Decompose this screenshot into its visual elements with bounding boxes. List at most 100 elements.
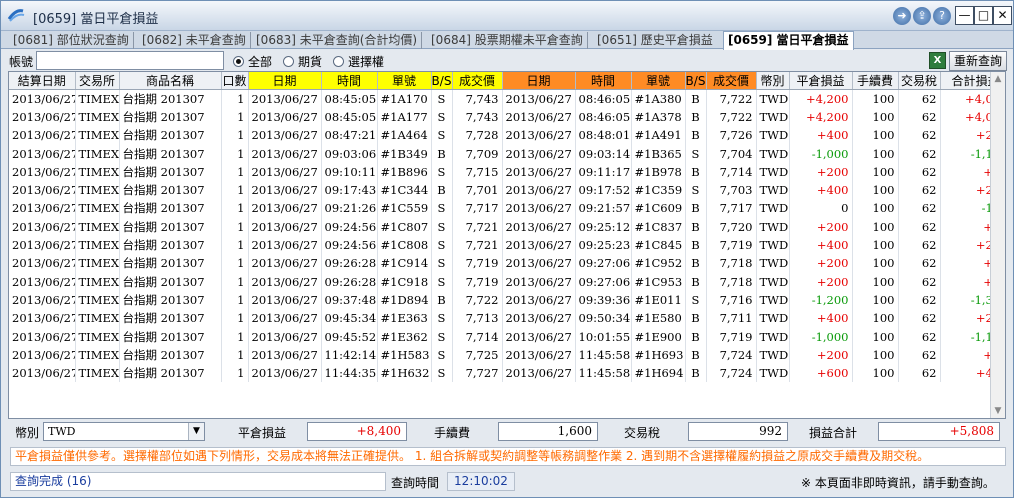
cell-close-price: 7,722 — [706, 107, 757, 127]
header-close-price[interactable]: 成交價 — [706, 72, 757, 90]
table-row[interactable]: 2013/06/27 TIMEX 台指期 201307 1 2013/06/27 09:0… — [9, 144, 1005, 163]
cell-open-time: 09:24:56 — [321, 235, 378, 255]
table-row[interactable]: 2013/06/27 TIMEX 台指期 201307 1 2013/06/27 08:4… — [9, 89, 1005, 108]
cell-qty: 1 — [221, 309, 249, 328]
header-close-bs[interactable]: B/S — [685, 72, 707, 90]
header-exchange[interactable]: 交易所 — [75, 72, 120, 90]
cell-open-date: 2013/06/27 — [248, 107, 322, 127]
cell-open-price: 7,743 — [452, 107, 503, 127]
header-tax[interactable]: 交易稅 — [898, 72, 941, 90]
cell-close-price: 7,714 — [706, 162, 757, 181]
cell-qty: 1 — [221, 89, 249, 108]
radio-all[interactable]: 全部 — [233, 53, 272, 70]
cell-open-order: #1H583 — [377, 345, 432, 364]
cell-settle-date: 2013/06/27 — [9, 235, 76, 255]
cell-close-date: 2013/06/27 — [502, 309, 576, 328]
radio-futures[interactable]: 期貨 — [283, 53, 322, 70]
cell-open-price: 7,721 — [452, 235, 503, 255]
maximize-button[interactable]: □ — [974, 6, 993, 25]
table-row[interactable]: 2013/06/27 TIMEX 台指期 201307 1 2013/06/27 09:2… — [9, 199, 1005, 218]
cell-close-time: 09:27:06 — [575, 272, 632, 291]
cell-close-bs: S — [685, 180, 707, 200]
cell-product: 台指期 201307 — [119, 89, 222, 108]
radio-options[interactable]: 選擇權 — [333, 53, 384, 70]
header-open-time[interactable]: 時間 — [321, 72, 378, 90]
cell-close-date: 2013/06/27 — [502, 217, 576, 236]
header-close-time[interactable]: 時間 — [575, 72, 632, 90]
tab-0682[interactable]: [0682] 未平倉查詢 — [138, 32, 251, 49]
cell-close-bs: B — [685, 309, 707, 328]
close-button[interactable]: ✕ — [993, 6, 1012, 25]
currency-select[interactable]: TWD ▼ — [43, 422, 205, 441]
header-fee[interactable]: 手續費 — [852, 72, 899, 90]
cell-currency: TWD — [756, 309, 790, 328]
excel-export-icon[interactable]: X — [929, 52, 946, 69]
cell-pnl: -1,000 — [789, 327, 853, 346]
cell-tax: 62 — [898, 363, 941, 383]
cell-tax: 62 — [898, 290, 941, 310]
chevron-down-icon[interactable]: ▼ — [188, 423, 204, 440]
cell-open-bs: S — [431, 345, 453, 364]
cell-pnl: -1,200 — [789, 290, 853, 310]
table-row[interactable]: 2013/06/27 TIMEX 台指期 201307 1 2013/06/27 11:4… — [9, 363, 1005, 383]
cell-open-bs: S — [431, 235, 453, 255]
cell-qty: 1 — [221, 327, 249, 346]
header-close-order[interactable]: 單號 — [631, 72, 686, 90]
table-row[interactable]: 2013/06/27 TIMEX 台指期 201307 1 2013/06/27 09:4… — [9, 309, 1005, 328]
cell-open-date: 2013/06/27 — [248, 235, 322, 255]
header-open-date[interactable]: 日期 — [248, 72, 322, 90]
cell-currency: TWD — [756, 126, 790, 145]
header-currency[interactable]: 幣別 — [756, 72, 790, 90]
table-row[interactable]: 2013/06/27 TIMEX 台指期 201307 1 2013/06/27 09:2… — [9, 217, 1005, 236]
tab-0659[interactable]: [0659] 當日平倉損益 — [723, 31, 854, 50]
header-open-price[interactable]: 成交價 — [452, 72, 503, 90]
header-qty[interactable]: 口數 — [221, 72, 249, 90]
vertical-scrollbar[interactable]: ▲ ▼ — [990, 72, 1005, 418]
tab-0683[interactable]: [0683] 未平倉查詢(合計均價) — [252, 32, 423, 49]
tab-0651[interactable]: [0651] 歷史平倉損益 — [593, 32, 717, 49]
cell-close-bs: S — [685, 290, 707, 310]
cell-settle-date: 2013/06/27 — [9, 89, 76, 108]
table-row[interactable]: 2013/06/27 TIMEX 台指期 201307 1 2013/06/27 08:4… — [9, 107, 1005, 127]
cell-product: 台指期 201307 — [119, 272, 222, 291]
cell-pnl: +4,200 — [789, 89, 853, 108]
table-row[interactable]: 2013/06/27 TIMEX 台指期 201307 1 2013/06/27 09:2… — [9, 235, 1005, 255]
table-row[interactable]: 2013/06/27 TIMEX 台指期 201307 1 2013/06/27 09:4… — [9, 327, 1005, 346]
header-settle-date[interactable]: 結算日期 — [9, 72, 76, 90]
cell-close-time: 08:46:05 — [575, 89, 632, 108]
tab-0684[interactable]: [0684] 股票期權未平倉查詢 — [427, 32, 588, 49]
cell-tax: 62 — [898, 217, 941, 236]
table-row[interactable]: 2013/06/27 TIMEX 台指期 201307 1 2013/06/27 09:1… — [9, 162, 1005, 181]
table-row[interactable]: 2013/06/27 TIMEX 台指期 201307 1 2013/06/27 09:2… — [9, 254, 1005, 273]
cell-open-time: 09:26:28 — [321, 254, 378, 273]
table-row[interactable]: 2013/06/27 TIMEX 台指期 201307 1 2013/06/27 11:4… — [9, 345, 1005, 364]
scroll-up-icon[interactable]: ▲ — [993, 74, 1003, 84]
forward-icon[interactable]: ➜ — [893, 7, 911, 25]
scroll-down-icon[interactable]: ▼ — [993, 406, 1003, 416]
table-row[interactable]: 2013/06/27 TIMEX 台指期 201307 1 2013/06/27 08:4… — [9, 126, 1005, 145]
cell-close-bs: S — [685, 144, 707, 163]
account-input[interactable] — [36, 51, 224, 70]
header-open-bs[interactable]: B/S — [431, 72, 453, 90]
help-icon[interactable]: ? — [933, 7, 951, 25]
cell-product: 台指期 201307 — [119, 363, 222, 383]
table-row[interactable]: 2013/06/27 TIMEX 台指期 201307 1 2013/06/27 09:3… — [9, 290, 1005, 310]
export-icon[interactable]: ⇪ — [913, 7, 931, 25]
cell-open-order: #1E362 — [377, 327, 432, 346]
minimize-button[interactable]: — — [955, 6, 974, 25]
cell-qty: 1 — [221, 144, 249, 163]
header-pnl[interactable]: 平倉損益 — [789, 72, 853, 90]
cell-close-time: 09:17:52 — [575, 180, 632, 200]
cell-currency: TWD — [756, 345, 790, 364]
table-row[interactable]: 2013/06/27 TIMEX 台指期 201307 1 2013/06/27 09:1… — [9, 180, 1005, 200]
cell-close-bs: B — [685, 89, 707, 108]
header-close-date[interactable]: 日期 — [502, 72, 576, 90]
refresh-button[interactable]: 重新查詢 — [949, 51, 1007, 71]
header-open-order[interactable]: 單號 — [377, 72, 432, 90]
tab-0681[interactable]: [0681] 部位狀況查詢 — [9, 32, 134, 49]
table-row[interactable]: 2013/06/27 TIMEX 台指期 201307 1 2013/06/27 09:2… — [9, 272, 1005, 291]
cell-fee: 100 — [852, 107, 899, 127]
cell-qty: 1 — [221, 254, 249, 273]
cell-fee: 100 — [852, 235, 899, 255]
header-product[interactable]: 商品名稱 — [119, 72, 222, 90]
